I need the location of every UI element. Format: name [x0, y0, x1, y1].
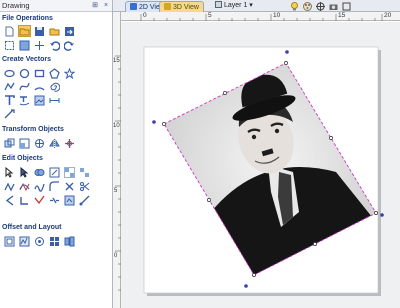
drawing-panel: Drawing ⊞ × File Operations Create Vecto…: [0, 0, 113, 308]
trim-icon[interactable]: [48, 166, 61, 178]
drawing-canvas[interactable]: [121, 22, 400, 308]
section-transform-objects: Transform Objects: [2, 126, 64, 133]
palette-icon[interactable]: [302, 1, 312, 11]
offset-icon[interactable]: [3, 235, 16, 247]
rectangle-icon[interactable]: [33, 67, 46, 79]
ruler-left-label: 15: [113, 58, 120, 64]
export-icon[interactable]: [63, 25, 76, 37]
ruler-top-label: 0: [143, 12, 147, 19]
weld-icon[interactable]: [33, 166, 46, 178]
offset-tool-icon[interactable]: [63, 194, 76, 206]
panel-title: Drawing: [2, 1, 30, 10]
ruler-left-label: 5: [114, 188, 118, 194]
2d-view-icon: [130, 3, 137, 10]
array-copy-icon[interactable]: [33, 235, 46, 247]
tab-3d-label: 3D View: [173, 4, 199, 11]
layer-dropdown[interactable]: Layer 1 ▾: [215, 1, 253, 11]
extend-icon[interactable]: [3, 194, 16, 206]
tab-3d-view[interactable]: 3D View: [159, 1, 204, 12]
view-toolbar: [289, 1, 354, 11]
bitmap-icon[interactable]: [33, 94, 46, 106]
join-icon[interactable]: [3, 180, 16, 192]
dog-bone-icon[interactable]: [78, 194, 91, 206]
zoom-icon[interactable]: [18, 39, 31, 51]
lightbulb-icon[interactable]: [289, 1, 299, 11]
ruler-top-label: 15: [338, 12, 346, 19]
group-icon[interactable]: [63, 166, 76, 178]
camera-icon[interactable]: [328, 1, 338, 11]
pan-icon[interactable]: [33, 39, 46, 51]
move-icon[interactable]: [3, 137, 16, 149]
break-icon[interactable]: [48, 194, 61, 206]
square-icon[interactable]: [341, 1, 351, 11]
delete-icon[interactable]: [78, 180, 91, 192]
curve-icon[interactable]: [18, 80, 31, 92]
layer-label: Layer 1 ▾: [224, 2, 253, 9]
ungroup-icon[interactable]: [78, 166, 91, 178]
fillet-icon[interactable]: [48, 180, 61, 192]
star-icon[interactable]: [63, 67, 76, 79]
dimension-icon[interactable]: [48, 94, 61, 106]
section-edit-objects: Edit Objects: [2, 155, 43, 162]
layer-icon: [215, 1, 222, 8]
section-create-vectors: Create Vectors: [2, 56, 52, 63]
vertical-ruler: 15 10 5 0: [113, 12, 121, 308]
text-icon[interactable]: [3, 94, 16, 106]
target-icon[interactable]: [315, 1, 325, 11]
close-icon[interactable]: ×: [102, 1, 110, 10]
rotate-icon[interactable]: [33, 137, 46, 149]
polyline-icon[interactable]: [3, 80, 16, 92]
mirror-icon[interactable]: [48, 137, 61, 149]
undo-icon[interactable]: [48, 39, 61, 51]
circle-icon[interactable]: [18, 67, 31, 79]
pin-icon[interactable]: ⊞: [91, 1, 99, 10]
cut-icon[interactable]: [63, 180, 76, 192]
new-file-icon[interactable]: [3, 25, 16, 37]
text-on-curve-icon[interactable]: [18, 94, 31, 106]
draw-line-icon[interactable]: [3, 107, 16, 119]
align-icon[interactable]: [63, 137, 76, 149]
close-vectors-icon[interactable]: [18, 194, 31, 206]
view-tab-bar: 2D View 3D View Layer 1 ▾: [113, 0, 400, 12]
node-edit-icon[interactable]: [18, 166, 31, 178]
spiral-icon[interactable]: [48, 80, 61, 92]
import-icon[interactable]: [48, 25, 61, 37]
arc-icon[interactable]: [33, 80, 46, 92]
smooth-icon[interactable]: [33, 180, 46, 192]
ruler-top-label: 10: [273, 12, 281, 19]
ruler-top-label: 5: [208, 12, 212, 19]
canvas-drawing: [143, 46, 384, 296]
nest-icon[interactable]: [18, 235, 31, 247]
save-icon[interactable]: [33, 25, 46, 37]
join-open-icon[interactable]: [33, 194, 46, 206]
select-icon[interactable]: [3, 166, 16, 178]
3d-view-icon: [164, 3, 171, 10]
panel-title-bar: Drawing ⊞ ×: [0, 0, 112, 12]
open-folder-icon[interactable]: [18, 25, 31, 37]
horizontal-ruler: 0 5 10 15 20: [120, 12, 400, 21]
section-offset-and-layout: Offset and Layout: [2, 224, 62, 231]
section-file-operations: File Operations: [2, 15, 53, 22]
ellipse-icon[interactable]: [3, 67, 16, 79]
ruler-left-label: 0: [114, 253, 118, 259]
polygon-icon[interactable]: [48, 67, 61, 79]
redo-icon[interactable]: [63, 39, 76, 51]
curve-fit-icon[interactable]: [18, 180, 31, 192]
step-repeat-icon[interactable]: [48, 235, 61, 247]
ruler-top-label: 20: [384, 12, 392, 19]
ruler-left-label: 10: [113, 123, 120, 129]
scale-icon[interactable]: [18, 137, 31, 149]
align-centers-icon[interactable]: [63, 235, 76, 247]
fit-view-icon[interactable]: [3, 39, 16, 51]
